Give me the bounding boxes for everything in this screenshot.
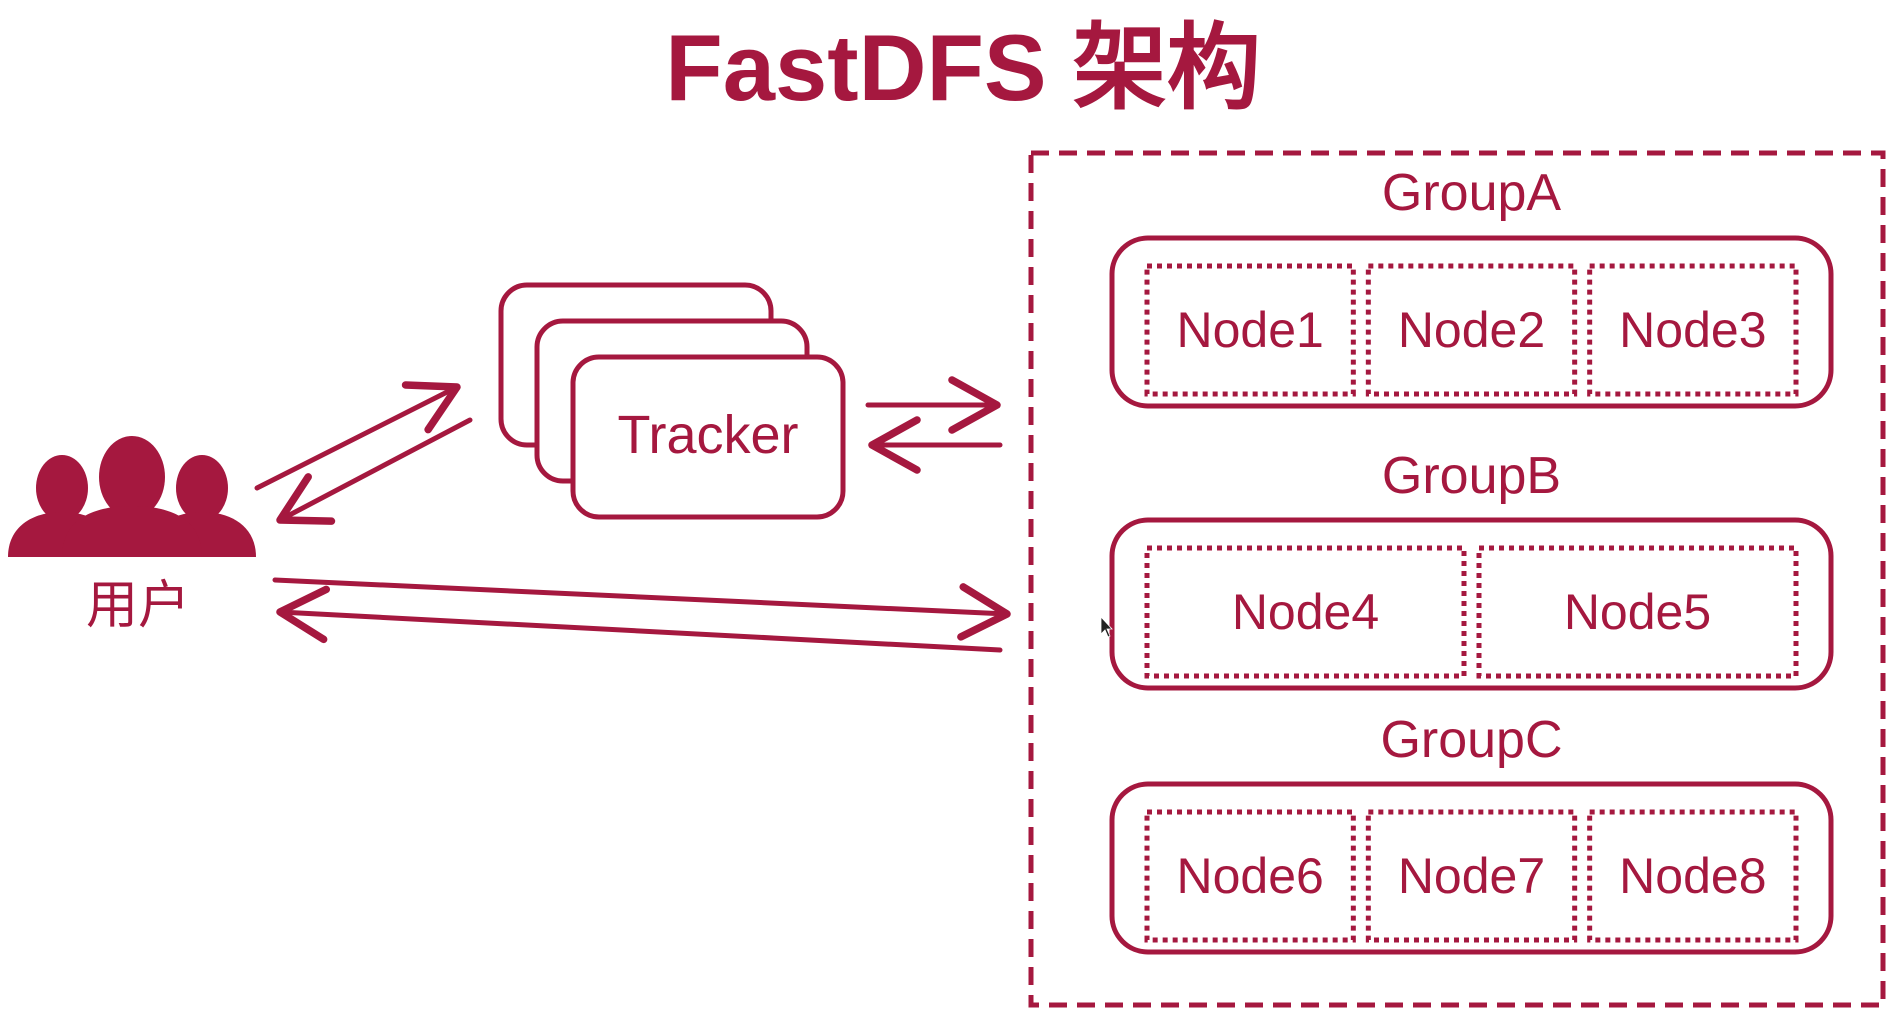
- node-label-node6: Node6: [1176, 848, 1323, 904]
- diagram-canvas: FastDFS 架构 用户 Tracker GroupANode1 Node2 …: [8, 15, 1886, 1008]
- group-box: [1109, 517, 1834, 691]
- storage-group-groupc: GroupC Node6 Node7 Node8: [1109, 711, 1834, 955]
- users-group-icon: [8, 436, 256, 557]
- storage-group-groupa: GroupA Node1 Node2 Node3: [1109, 164, 1834, 409]
- tracker-stack: Tracker: [498, 282, 846, 520]
- node-label-node7: Node7: [1398, 848, 1545, 904]
- group-label: GroupC: [1380, 711, 1562, 769]
- node-label-node3: Node3: [1619, 302, 1766, 358]
- arrow-tracker-to-user: [276, 417, 473, 525]
- user-tracker-arrows: [254, 381, 473, 525]
- tracker-storage-arrows: [865, 376, 1003, 474]
- storage-groups: GroupANode1 Node2 Node3GroupBNode4 Node5Gro…: [1109, 164, 1834, 955]
- arrow-storage-to-user: [276, 585, 1003, 653]
- node-label-node8: Node8: [1619, 848, 1766, 904]
- storage-group-groupb: GroupB Node4 Node5: [1109, 447, 1834, 691]
- tracker-label: Tracker: [617, 405, 798, 465]
- fastdfs-architecture-diagram: FastDFS 架构 用户 Tracker GroupA Node1 Node2…: [0, 0, 1894, 1026]
- group-label: GroupB: [1382, 447, 1561, 505]
- arrow-user-to-storage: [272, 577, 1011, 641]
- user-label: 用户: [86, 577, 190, 635]
- node-label-node2: Node2: [1398, 302, 1545, 358]
- arrow-user-to-tracker: [254, 381, 461, 491]
- page-title: FastDFS 架构: [665, 15, 1260, 120]
- node-label-node1: Node1: [1176, 302, 1323, 358]
- user-storage-arrows: [272, 577, 1011, 653]
- group-label: GroupA: [1382, 164, 1562, 222]
- node-label-node4: Node4: [1232, 584, 1379, 640]
- node-label-node5: Node5: [1564, 584, 1711, 640]
